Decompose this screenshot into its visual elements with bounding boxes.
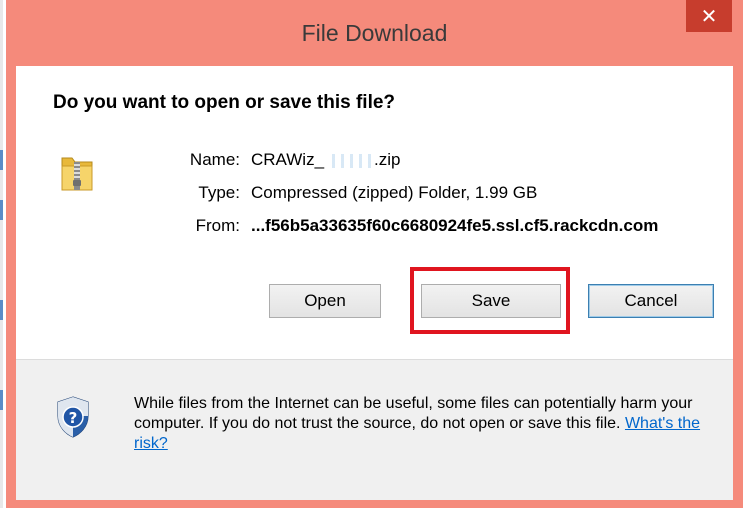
security-warning: While files from the Internet can be use… [134, 394, 724, 454]
name-value-start: CRAWiz_ [251, 150, 325, 169]
type-label: Type: [198, 183, 240, 202]
file-download-dialog: File Download ✕ Do you want to open or s… [6, 0, 743, 508]
security-shield-icon: ? [57, 396, 89, 438]
zip-folder-icon [61, 157, 93, 191]
dialog-body: Do you want to open or save this file? N… [16, 66, 733, 500]
type-value: Compressed (zipped) Folder, 1.99 GB [251, 183, 538, 202]
name-value-end: .zip [374, 150, 401, 169]
dialog-title: File Download [301, 20, 448, 46]
dialog-question: Do you want to open or save this file? [53, 92, 396, 113]
close-icon: ✕ [700, 4, 718, 28]
from-value: ...f56b5a33635f60c6680924fe5.ssl.cf5.rac… [251, 216, 659, 235]
name-value: CRAWiz_ .zip [251, 150, 401, 170]
close-button[interactable]: ✕ [686, 0, 732, 32]
redacted-text [326, 153, 373, 168]
title-bar[interactable]: File Download ✕ [6, 0, 743, 68]
svg-text:?: ? [69, 409, 78, 427]
name-label: Name: [189, 150, 240, 169]
open-button[interactable]: Open [269, 284, 381, 318]
background-window-edge [0, 0, 3, 508]
cancel-button[interactable]: Cancel [588, 284, 714, 318]
security-footer: ? While files from the Internet can be u… [16, 360, 733, 500]
warning-text: While files from the Internet can be use… [134, 395, 693, 432]
from-label: From: [195, 216, 240, 235]
save-highlight-box [410, 267, 570, 334]
